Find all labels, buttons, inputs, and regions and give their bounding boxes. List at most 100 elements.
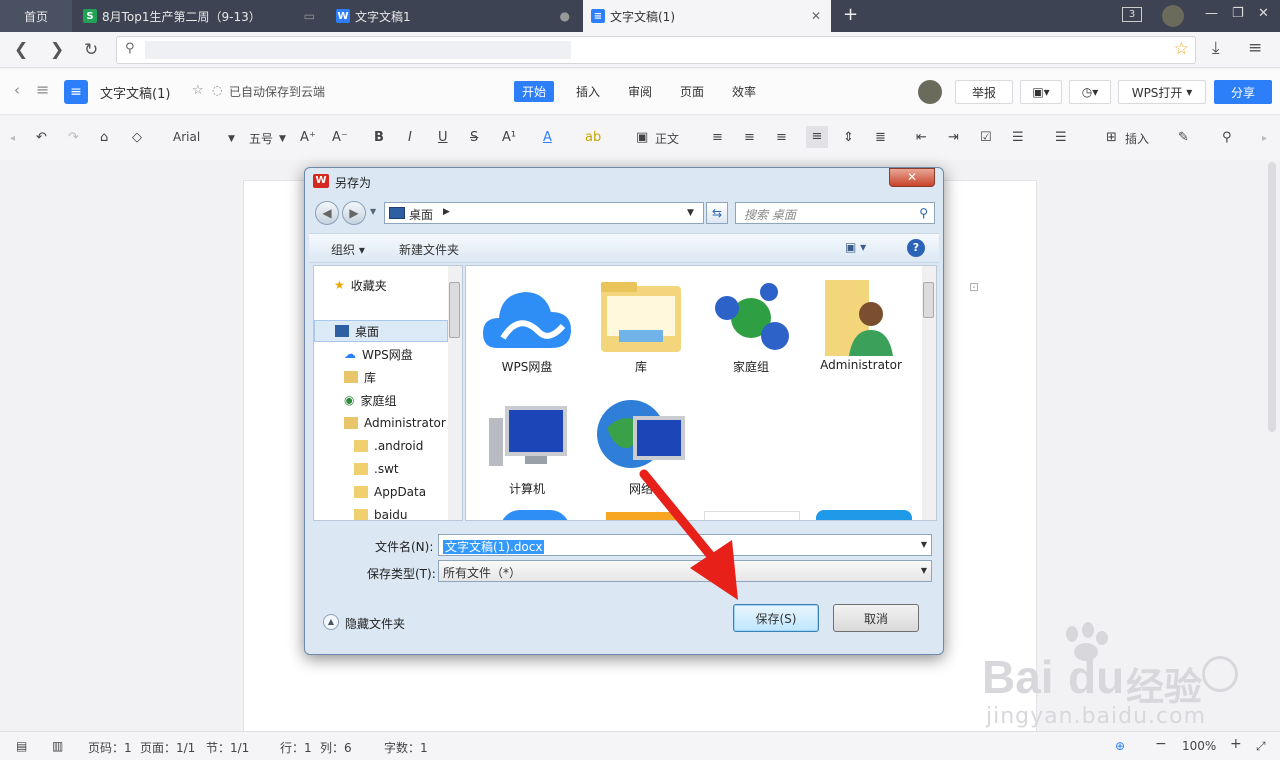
outdent-icon[interactable]: ⇤ bbox=[916, 130, 927, 145]
numbered-list-icon[interactable]: ☰ bbox=[1055, 130, 1067, 145]
back-icon[interactable]: ◀ bbox=[315, 201, 339, 225]
nav-item-favorites[interactable]: ★ 收藏夹 bbox=[314, 274, 448, 296]
avatar[interactable] bbox=[1162, 5, 1184, 27]
refresh-icon[interactable]: ⇆ bbox=[706, 202, 728, 224]
globe-icon[interactable]: ⊕ bbox=[1115, 739, 1125, 753]
nav-item-baidu[interactable]: baidu bbox=[314, 504, 448, 520]
url-input[interactable]: ⚲ ☆ bbox=[116, 36, 1196, 64]
tab-doc-active[interactable]: ≡ 文字文稿(1) ✕ bbox=[583, 0, 831, 32]
organize-button[interactable]: 组织 ▾ bbox=[331, 241, 365, 258]
fit-icon[interactable]: ⤢ bbox=[1256, 739, 1266, 754]
align-right-icon[interactable]: ≡ bbox=[776, 130, 787, 145]
zoom-level[interactable]: 100% bbox=[1182, 739, 1216, 753]
scroll-right-icon[interactable]: ▸ bbox=[1262, 133, 1267, 144]
nav-item-library[interactable]: 库 bbox=[314, 366, 448, 388]
font-color-icon[interactable]: A bbox=[543, 130, 552, 145]
shrink-font-icon[interactable]: A⁻ bbox=[332, 130, 348, 145]
nav-item-android[interactable]: .android bbox=[314, 435, 448, 457]
tab-efficiency[interactable]: 效率 bbox=[732, 83, 756, 100]
help-icon[interactable]: ? bbox=[907, 239, 925, 257]
page-scrollbar[interactable] bbox=[1268, 162, 1276, 432]
chevron-down-icon[interactable]: ▼ bbox=[687, 208, 694, 218]
view-icon[interactable]: ▣ ▾ bbox=[845, 240, 866, 254]
back-icon[interactable]: ❮ bbox=[14, 40, 28, 60]
file-item-library[interactable]: 库 bbox=[586, 278, 696, 375]
star-icon[interactable]: ☆ bbox=[192, 83, 204, 98]
redo-icon[interactable]: ↷ bbox=[68, 130, 79, 145]
new-folder-button[interactable]: 新建文件夹 bbox=[399, 241, 459, 258]
paragraph-style-icon[interactable]: ▣ bbox=[636, 130, 648, 145]
hide-folders-toggle[interactable]: 隐藏文件夹 bbox=[345, 615, 405, 632]
undo-icon[interactable]: ↶ bbox=[36, 130, 47, 145]
file-item-wps-drive[interactable]: WPS网盘 bbox=[472, 278, 582, 375]
format-painter-icon[interactable]: ⌂ bbox=[100, 130, 108, 145]
tools-icon[interactable]: ✎ bbox=[1178, 130, 1189, 145]
new-tab-icon[interactable]: + bbox=[843, 4, 858, 25]
font-family-select[interactable]: Arial bbox=[173, 130, 200, 144]
tab-sheet[interactable]: S 8月Top1生产第二周（9-13） ▭ bbox=[75, 0, 325, 32]
align-justify-icon[interactable]: ≡ bbox=[806, 126, 828, 148]
scroll-left-icon[interactable]: ◂ bbox=[10, 133, 15, 144]
nav-item-desktop[interactable]: 桌面 bbox=[314, 320, 448, 342]
forward-icon[interactable]: ▶ bbox=[342, 201, 366, 225]
share-button[interactable]: 分享 bbox=[1214, 80, 1272, 104]
window-close-icon[interactable]: ✕ bbox=[1258, 6, 1269, 21]
forward-icon[interactable]: ❯ bbox=[50, 40, 64, 60]
chevron-right-icon[interactable]: ▶ bbox=[443, 207, 450, 217]
underline-icon[interactable]: U bbox=[438, 130, 448, 145]
grow-font-icon[interactable]: A⁺ bbox=[300, 130, 316, 145]
eraser-icon[interactable]: ◇ bbox=[132, 130, 142, 145]
report-button[interactable]: 举报 bbox=[955, 80, 1013, 104]
chevron-down-icon[interactable]: ▼ bbox=[228, 134, 235, 144]
file-item-administrator[interactable]: Administrator bbox=[806, 278, 916, 372]
close-icon[interactable]: ✕ bbox=[811, 9, 821, 23]
nav-item-swt[interactable]: .swt bbox=[314, 458, 448, 480]
paragraph-style-select[interactable]: 正文 bbox=[655, 130, 679, 147]
file-item-homegroup[interactable]: 家庭组 bbox=[696, 278, 806, 375]
path-breadcrumb[interactable]: 桌面 ▶ ▼ bbox=[384, 202, 704, 224]
star-icon[interactable]: ☆ bbox=[1174, 39, 1189, 59]
chevron-down-icon[interactable]: ▼ bbox=[921, 540, 927, 549]
superscript-icon[interactable]: A¹ bbox=[502, 130, 516, 145]
download-icon[interactable]: ⤓ bbox=[1212, 38, 1220, 58]
collapse-icon[interactable]: ‹ bbox=[14, 81, 20, 99]
dot-icon[interactable]: ● bbox=[560, 9, 570, 23]
path-segment[interactable]: 桌面 bbox=[409, 206, 433, 223]
line-spacing-icon[interactable]: ≣ bbox=[875, 130, 886, 145]
menu-icon[interactable]: ≡ bbox=[1248, 38, 1262, 58]
insert-menu[interactable]: 插入 bbox=[1125, 130, 1149, 147]
tab-page[interactable]: 页面 bbox=[680, 83, 704, 100]
minimize-icon[interactable]: — bbox=[1205, 6, 1218, 21]
italic-icon[interactable]: I bbox=[408, 130, 412, 145]
search-input[interactable]: 搜索 桌面 ⚲ bbox=[735, 202, 935, 224]
refresh-icon[interactable]: ↻ bbox=[84, 40, 98, 60]
cancel-button[interactable]: 取消 bbox=[833, 604, 919, 632]
align-center-icon[interactable]: ≡ bbox=[744, 130, 755, 145]
strikethrough-icon[interactable]: S bbox=[470, 130, 478, 145]
chevron-down-icon[interactable]: ▼ bbox=[921, 566, 927, 575]
tab-home[interactable]: 首页 bbox=[0, 0, 72, 32]
video-icon[interactable]: ▣▾ bbox=[1020, 80, 1062, 104]
hamburger-icon[interactable]: ≡ bbox=[36, 80, 49, 99]
font-size-select[interactable]: 五号 bbox=[249, 130, 273, 147]
dialog-titlebar[interactable]: W 另存为 ✕ bbox=[305, 168, 943, 196]
bullet-list-icon[interactable]: ☰ bbox=[1012, 130, 1024, 145]
dialog-close-button[interactable]: ✕ bbox=[889, 168, 935, 187]
find-icon[interactable]: ⚲ bbox=[1222, 130, 1232, 145]
distribute-icon[interactable]: ⇕ bbox=[843, 130, 854, 145]
wps-open-button[interactable]: WPS打开 ▾ bbox=[1118, 80, 1206, 104]
user-avatar[interactable] bbox=[918, 80, 942, 104]
chevron-down-icon[interactable]: ▼ bbox=[370, 207, 376, 216]
insert-icon[interactable]: ⊞ bbox=[1106, 130, 1117, 145]
history-icon[interactable]: ◷▾ bbox=[1069, 80, 1111, 104]
file-item-computer[interactable]: 计算机 bbox=[472, 398, 582, 497]
restore-icon[interactable]: ❐ bbox=[1232, 6, 1244, 21]
tab-count-badge[interactable]: 3 bbox=[1122, 7, 1142, 22]
tab-doc1[interactable]: W 文字文稿1 ● bbox=[328, 0, 580, 32]
monitor-icon[interactable]: ▭ bbox=[304, 9, 315, 23]
scroll-thumb[interactable] bbox=[449, 282, 460, 338]
outline-icon[interactable]: ▤ bbox=[16, 739, 27, 753]
tab-start[interactable]: 开始 bbox=[514, 81, 555, 102]
align-left-icon[interactable]: ≡ bbox=[712, 130, 723, 145]
checkbox-icon[interactable]: ☑ bbox=[980, 130, 992, 145]
